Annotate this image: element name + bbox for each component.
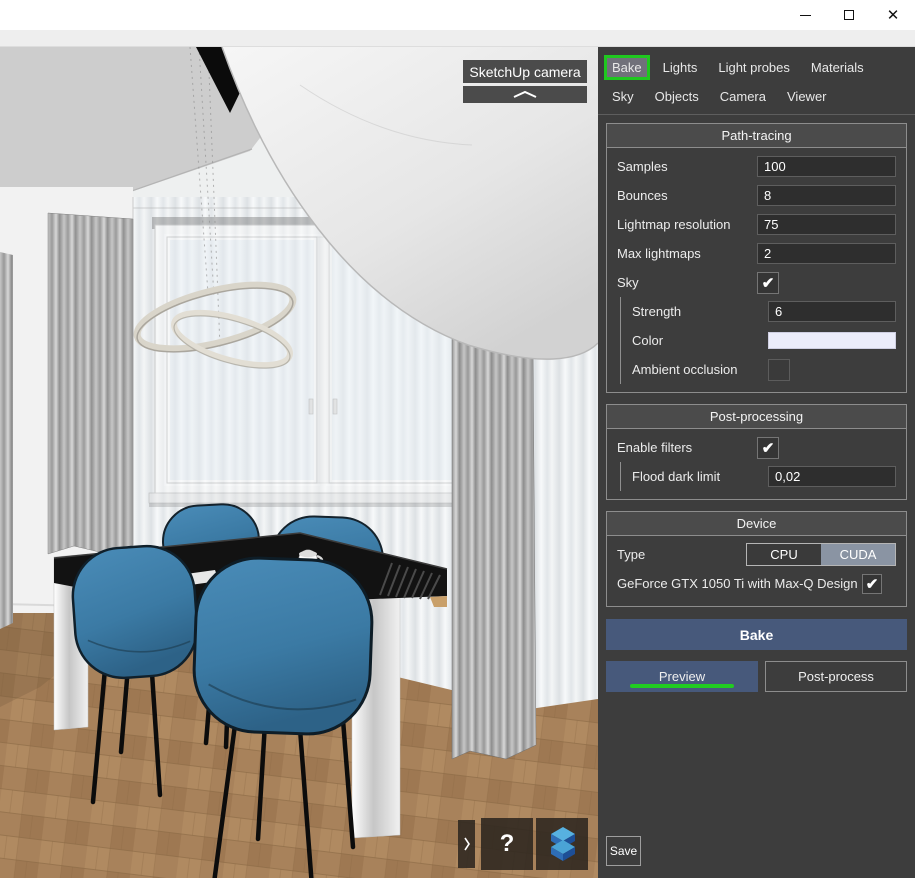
titlebar: ✕ — [0, 0, 915, 30]
sky-color-swatch[interactable] — [768, 332, 896, 349]
tab-camera[interactable]: Camera — [712, 84, 774, 109]
section-path-tracing: Path-tracing Samples 100 Bounces 8 Light… — [606, 123, 907, 393]
expand-toolbar-button[interactable] — [458, 820, 475, 868]
flood-dark-limit-input[interactable]: 0,02 — [768, 466, 896, 487]
collapse-camera-bar[interactable] — [463, 86, 587, 103]
device-type-label: Type — [617, 547, 645, 562]
enable-filters-label: Enable filters — [617, 440, 692, 455]
section-title: Device — [607, 512, 906, 536]
samples-label: Samples — [617, 159, 668, 174]
tab-viewer[interactable]: Viewer — [779, 84, 835, 109]
maximize-icon — [844, 10, 854, 20]
help-label: ? — [500, 830, 515, 858]
bounces-label: Bounces — [617, 188, 668, 203]
post-process-button[interactable]: Post-process — [765, 661, 907, 692]
check-icon: ✔ — [762, 439, 775, 457]
help-button[interactable]: ? — [481, 818, 533, 870]
minimize-button[interactable] — [783, 0, 827, 30]
tab-light-probes[interactable]: Light probes — [710, 55, 798, 80]
bake-button[interactable]: Bake — [606, 619, 907, 650]
rendered-room-image — [0, 47, 598, 878]
tab-bake[interactable]: Bake — [604, 55, 650, 80]
device-type-cpu[interactable]: CPU — [747, 544, 821, 565]
lightmap-resolution-label: Lightmap resolution — [617, 217, 730, 232]
check-icon: ✔ — [762, 274, 775, 292]
close-button[interactable]: ✕ — [871, 0, 915, 30]
chevron-right-icon — [463, 837, 471, 851]
bake-panel: Bake Lights Light probes Materials Sky O… — [598, 47, 915, 878]
device-type-switch: CPU CUDA — [746, 543, 896, 566]
maximize-button[interactable] — [827, 0, 871, 30]
sketchup-camera-label: SketchUp camera — [469, 64, 580, 80]
device-type-cuda[interactable]: CUDA — [821, 544, 895, 565]
tab-objects[interactable]: Objects — [647, 84, 707, 109]
preview-active-underline — [630, 684, 734, 688]
enable-filters-checkbox[interactable]: ✔ — [757, 437, 779, 459]
left-drape — [48, 213, 133, 554]
app-window: ✕ — [0, 0, 915, 878]
tab-sky[interactable]: Sky — [604, 84, 642, 109]
samples-input[interactable]: 100 — [757, 156, 896, 177]
gpu-checkbox[interactable]: ✔ — [862, 574, 882, 594]
preview-label: Preview — [659, 669, 705, 684]
section-title: Path-tracing — [607, 124, 906, 148]
panel-tabs: Bake Lights Light probes Materials Sky O… — [598, 47, 915, 114]
sky-label: Sky — [617, 275, 639, 290]
flood-dark-limit-label: Flood dark limit — [632, 469, 720, 484]
color-label: Color — [632, 333, 663, 348]
preview-button[interactable]: Preview — [606, 661, 758, 692]
tab-lights[interactable]: Lights — [655, 55, 706, 80]
minimize-icon — [800, 15, 811, 16]
max-lightmaps-label: Max lightmaps — [617, 246, 701, 261]
ambient-occlusion-label: Ambient occlusion — [632, 362, 738, 377]
section-post-processing: Post-processing Enable filters ✔ Flood d… — [606, 404, 907, 500]
sketchup-camera-button[interactable]: SketchUp camera — [463, 60, 587, 83]
menu-strip — [0, 30, 915, 47]
check-icon: ✔ — [866, 575, 879, 593]
gpu-name-label: GeForce GTX 1050 Ti with Max-Q Design — [617, 576, 858, 591]
bounces-input[interactable]: 8 — [757, 185, 896, 206]
ambient-occlusion-checkbox[interactable] — [768, 359, 790, 381]
section-title: Post-processing — [607, 405, 906, 429]
extension-logo-button[interactable] — [536, 818, 588, 870]
strength-label: Strength — [632, 304, 681, 319]
strength-input[interactable]: 6 — [768, 301, 896, 322]
save-button[interactable]: Save — [606, 836, 641, 866]
section-device: Device Type CPU CUDA GeForce GTX 1050 Ti… — [606, 511, 907, 607]
viewport-3d-scene[interactable]: SketchUp camera ? — [0, 47, 598, 878]
left-edge-curtain — [0, 252, 13, 629]
chevron-up-icon — [512, 90, 538, 99]
close-icon: ✕ — [887, 6, 900, 24]
max-lightmaps-input[interactable]: 2 — [757, 243, 896, 264]
tab-materials[interactable]: Materials — [803, 55, 872, 80]
lightmap-resolution-input[interactable]: 75 — [757, 214, 896, 235]
sky-checkbox[interactable]: ✔ — [757, 272, 779, 294]
extension-logo — [543, 824, 581, 864]
